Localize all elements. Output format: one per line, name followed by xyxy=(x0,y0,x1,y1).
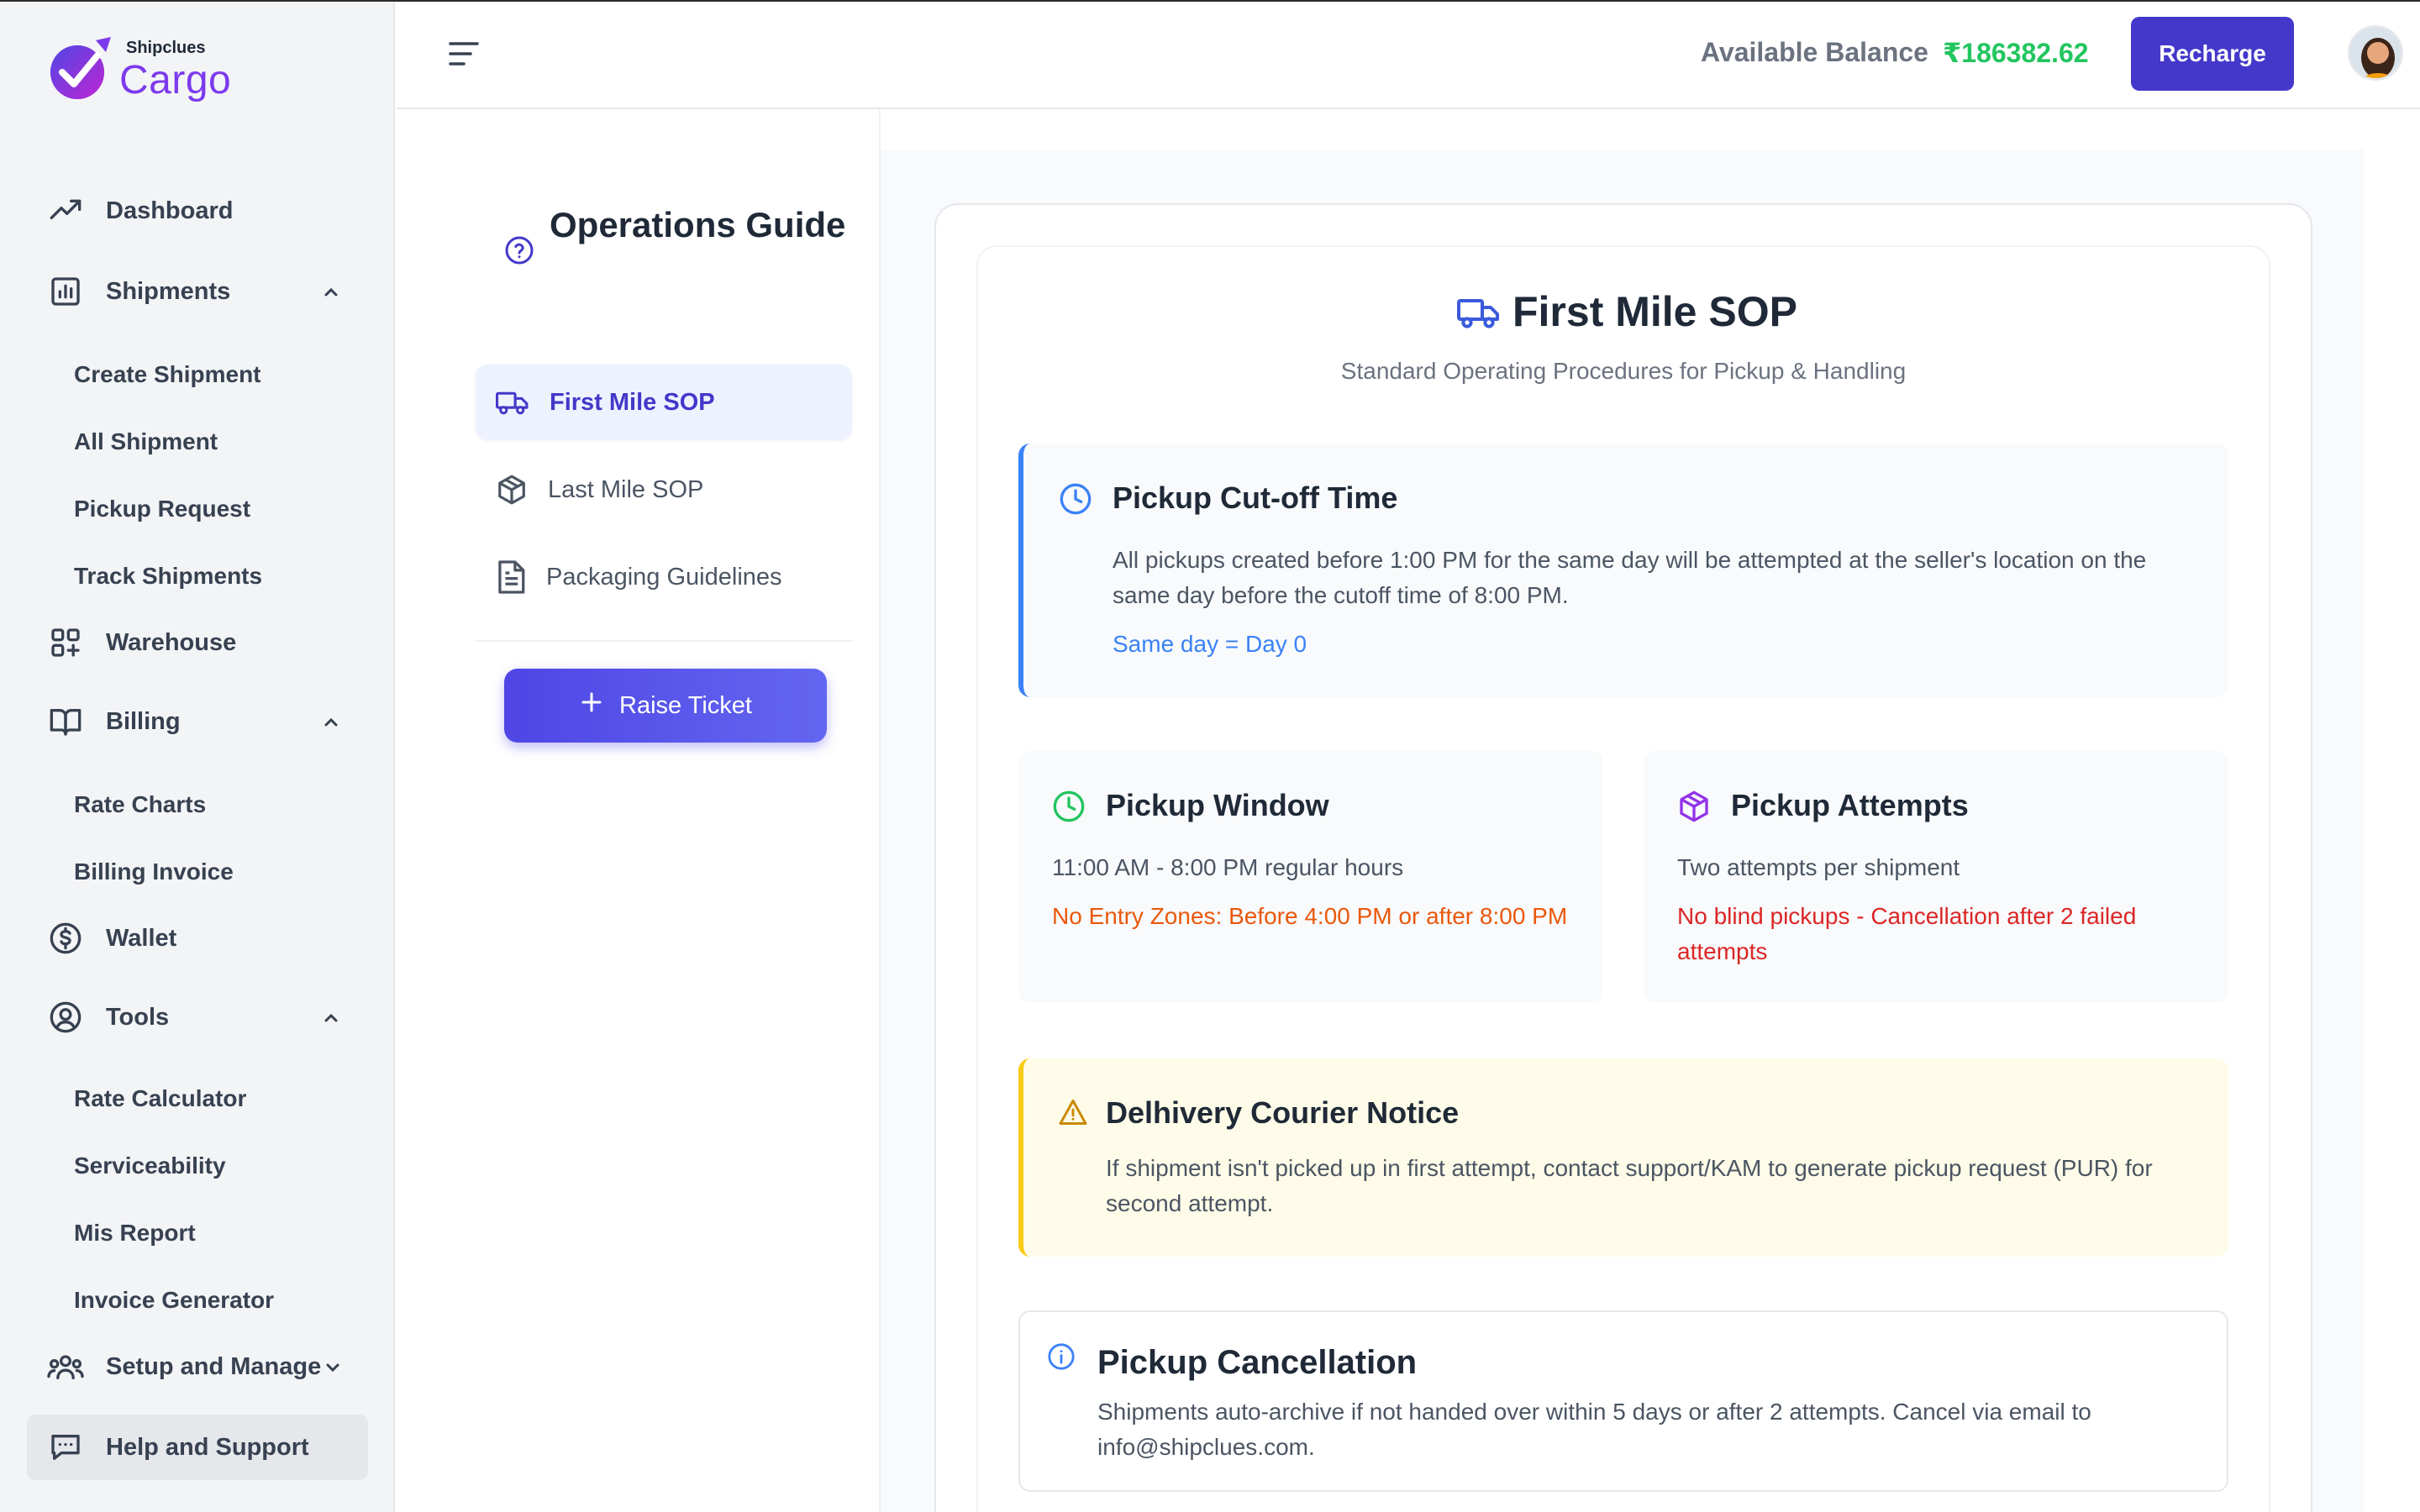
sidebar-subitem-all-shipment[interactable]: All Shipment xyxy=(74,428,218,455)
available-balance-value: ₹186382.62 xyxy=(1943,38,2089,68)
chevron-up-icon xyxy=(321,281,341,309)
user-circle-icon xyxy=(47,999,84,1036)
pickup-cancellation-text: Shipments auto-archive if not handed ove… xyxy=(1097,1399,2091,1460)
pickup-attempts-card: Pickup Attempts Two attempts per shipmen… xyxy=(1644,751,2228,1003)
bar-chart-icon xyxy=(47,273,84,310)
sidebar-item-tools[interactable]: Tools xyxy=(27,984,368,1050)
dollar-circle-icon xyxy=(47,920,84,957)
pickup-window-card: Pickup Window 11:00 AM - 8:00 PM regular… xyxy=(1018,751,1603,1003)
help-circle-icon xyxy=(504,235,534,270)
sidebar-item-label: Dashboard xyxy=(106,197,234,224)
clock-icon xyxy=(1059,482,1092,520)
pickup-window-heading: Pickup Window xyxy=(1106,788,1329,822)
sidebar-item-label: Warehouse xyxy=(106,628,237,656)
sidebar-subitem-rate-calculator[interactable]: Rate Calculator xyxy=(74,1085,246,1112)
brand-big-text: Cargo xyxy=(119,58,232,102)
guide-link-first-mile-sop[interactable]: First Mile SOP xyxy=(476,365,852,440)
menu-toggle-icon[interactable] xyxy=(447,39,481,73)
sidebar-item-label: Tools xyxy=(106,1003,170,1031)
chevron-up-icon xyxy=(321,711,341,739)
guide-link-label: Packaging Guidelines xyxy=(546,563,782,591)
pickup-attempts-heading: Pickup Attempts xyxy=(1731,788,1969,822)
clock-icon xyxy=(1052,790,1086,827)
sidebar-item-label: Help and Support xyxy=(106,1433,309,1461)
pickup-cutoff-card: Pickup Cut-off Time All pickups created … xyxy=(1018,444,2228,697)
sidebar-item-help-and-support[interactable]: Help and Support xyxy=(27,1415,368,1480)
document-icon xyxy=(496,560,526,594)
sidebar-item-billing[interactable]: Billing xyxy=(27,689,368,754)
recharge-button[interactable]: Recharge xyxy=(2131,17,2294,91)
guide-link-last-mile-sop[interactable]: Last Mile SOP xyxy=(476,452,852,528)
pickup-cutoff-note: Same day = Day 0 xyxy=(1113,631,1307,657)
sidebar-item-label: Billing xyxy=(106,707,181,735)
chevron-up-icon xyxy=(321,1007,341,1035)
raise-ticket-button[interactable]: Raise Ticket xyxy=(504,669,827,743)
truck-icon xyxy=(496,388,529,417)
pickup-cancellation-heading: Pickup Cancellation xyxy=(1097,1344,1418,1381)
plus-icon xyxy=(579,690,604,722)
trending-up-icon xyxy=(47,192,84,229)
courier-notice-card: Delhivery Courier Notice If shipment isn… xyxy=(1018,1058,2228,1257)
sidebar-subitem-pickup-request[interactable]: Pickup Request xyxy=(74,496,250,522)
raise-ticket-label: Raise Ticket xyxy=(619,691,752,719)
book-open-icon xyxy=(47,703,84,740)
grid-plus-icon xyxy=(47,624,84,661)
chevron-down-icon xyxy=(323,1357,343,1384)
sidebar-item-wallet[interactable]: Wallet xyxy=(27,906,368,971)
pickup-cancellation-card: Pickup Cancellation Shipments auto-archi… xyxy=(1018,1310,2228,1492)
sop-subtitle: Standard Operating Procedures for Pickup… xyxy=(1340,358,1907,384)
sidebar-item-setup-and-manage[interactable]: Setup and Manage xyxy=(27,1334,368,1399)
sidebar-subitem-rate-charts[interactable]: Rate Charts xyxy=(74,791,206,818)
users-icon xyxy=(47,1348,84,1385)
pickup-attempts-text: Two attempts per shipment xyxy=(1677,854,1960,880)
brand-small-text: Shipclues xyxy=(126,39,206,57)
sidebar: Shipclues Cargo Dashboard Shipments Crea… xyxy=(0,2,395,1512)
operations-guide-title: Operations Guide xyxy=(550,205,846,244)
logo-icon xyxy=(50,37,111,99)
sidebar-item-dashboard[interactable]: Dashboard xyxy=(27,178,368,244)
guide-link-label: First Mile SOP xyxy=(550,388,715,416)
sidebar-subitem-create-shipment[interactable]: Create Shipment xyxy=(74,361,261,388)
top-header: Available Balance ₹186382.62 Recharge xyxy=(397,2,2420,109)
guide-link-packaging-guidelines[interactable]: Packaging Guidelines xyxy=(476,539,852,615)
chat-bubble-icon xyxy=(47,1429,84,1466)
sidebar-subitem-track-shipments[interactable]: Track Shipments xyxy=(74,563,262,590)
sidebar-subitem-mis-report[interactable]: Mis Report xyxy=(74,1220,196,1247)
guide-title-wrap: Operations Guide xyxy=(550,202,852,249)
pickup-cutoff-heading: Pickup Cut-off Time xyxy=(1113,480,1398,515)
warning-triangle-icon xyxy=(1057,1097,1089,1131)
available-balance-label: Available Balance xyxy=(1701,37,1928,67)
guide-divider xyxy=(476,640,852,642)
guide-link-label: Last Mile SOP xyxy=(548,475,704,503)
sidebar-item-warehouse[interactable]: Warehouse xyxy=(27,610,368,675)
courier-notice-heading: Delhivery Courier Notice xyxy=(1106,1095,1460,1130)
package-icon xyxy=(1677,790,1711,827)
info-icon xyxy=(1047,1342,1076,1375)
sidebar-subitem-invoice-generator[interactable]: Invoice Generator xyxy=(74,1287,274,1314)
truck-icon xyxy=(1457,294,1501,335)
sidebar-item-label: Wallet xyxy=(106,924,177,952)
operations-guide-panel: Operations Guide First Mile SOP Last Mil… xyxy=(397,109,881,1512)
pickup-window-text: 11:00 AM - 8:00 PM regular hours xyxy=(1052,854,1404,880)
package-icon xyxy=(496,474,528,506)
pickup-window-note: No Entry Zones: Before 4:00 PM or after … xyxy=(1052,903,1568,929)
sidebar-item-label: Shipments xyxy=(106,277,231,305)
sidebar-item-shipments[interactable]: Shipments xyxy=(27,259,368,324)
courier-notice-text: If shipment isn't picked up in first att… xyxy=(1106,1155,2153,1216)
pickup-cutoff-text: All pickups created before 1:00 PM for t… xyxy=(1113,547,2147,608)
sop-title: First Mile SOP xyxy=(1512,288,1797,335)
sidebar-subitem-serviceability[interactable]: Serviceability xyxy=(74,1152,226,1179)
sidebar-subitem-billing-invoice[interactable]: Billing Invoice xyxy=(74,858,234,885)
sidebar-item-label: Setup and Manage xyxy=(106,1352,322,1380)
user-avatar[interactable] xyxy=(2348,25,2403,81)
pickup-attempts-note: No blind pickups - Cancellation after 2 … xyxy=(1677,903,2137,964)
brand-logo[interactable]: Shipclues Cargo xyxy=(49,34,267,109)
